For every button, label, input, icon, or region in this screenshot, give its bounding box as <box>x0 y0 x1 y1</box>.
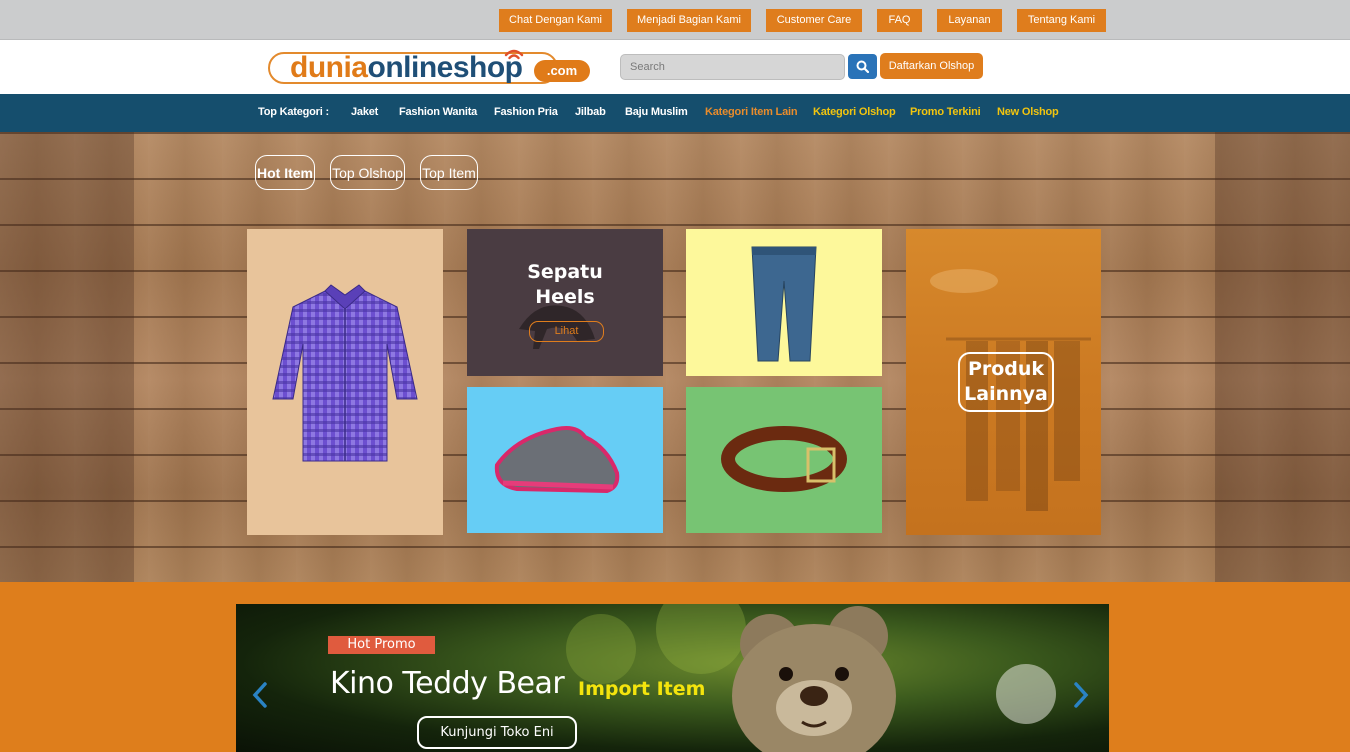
tab-hot-item[interactable]: Hot Item <box>255 155 315 190</box>
promo-banner[interactable]: Hot Promo Kino Teddy Bear Import Item Ku… <box>236 604 1109 752</box>
checked-shirt-image <box>272 284 418 462</box>
more-products-line1: Produk <box>967 358 1045 380</box>
belt-image <box>721 426 847 492</box>
bokeh-light <box>566 614 636 684</box>
hero-section: Hot Item Top Olshop Top Item Sepatu Heel… <box>0 132 1350 582</box>
faq-button[interactable]: FAQ <box>877 9 922 32</box>
hero-side-shade-left <box>0 132 134 582</box>
hero-side-shade-right <box>1215 132 1350 582</box>
top-utility-bar: Chat Dengan Kami Menjadi Bagian Kami Cus… <box>0 0 1350 40</box>
site-header: duniaonlineshop .com Daftarkan Olshop <box>0 40 1350 94</box>
nav-item-promo-terkini[interactable]: Promo Terkini <box>910 106 981 118</box>
services-button[interactable]: Layanan <box>937 9 1002 32</box>
category-nav-heading: Top Kategori : <box>258 106 329 118</box>
visit-store-button[interactable]: Kunjungi Toko Eni <box>417 716 577 749</box>
chevron-left-icon[interactable] <box>250 680 270 710</box>
heels-view-button[interactable]: Lihat <box>529 321 604 342</box>
heels-title-line1: Sepatu <box>527 261 603 283</box>
jeans-image <box>751 246 817 362</box>
logo-text-onlineshop: onlineshop <box>367 51 524 84</box>
product-tile-jeans[interactable] <box>686 229 882 376</box>
nav-item-kategori-olshop[interactable]: Kategori Olshop <box>813 106 896 118</box>
register-olshop-button[interactable]: Daftarkan Olshop <box>880 53 983 79</box>
tab-top-olshop[interactable]: Top Olshop <box>330 155 405 190</box>
nav-item-new-olshop[interactable]: New Olshop <box>997 106 1059 118</box>
product-tile-more[interactable]: Produk Lainnya <box>906 229 1101 535</box>
more-products-line2: Lainnya <box>964 383 1048 405</box>
search-button[interactable] <box>848 54 877 79</box>
bokeh-light <box>996 664 1056 724</box>
hot-promo-badge: Hot Promo <box>328 636 435 654</box>
product-tile-belt[interactable] <box>686 387 882 533</box>
wifi-icon <box>504 49 524 60</box>
search-icon <box>856 60 869 73</box>
promo-subtitle: Import Item <box>578 678 706 700</box>
sneakers-image <box>494 426 620 494</box>
search-input[interactable] <box>620 54 845 80</box>
product-tile-shirt[interactable] <box>247 229 443 535</box>
category-nav: Top Kategori : Jaket Fashion Wanita Fash… <box>0 94 1350 132</box>
join-us-button[interactable]: Menjadi Bagian Kami <box>627 9 751 32</box>
tab-top-item[interactable]: Top Item <box>420 155 478 190</box>
site-logo[interactable]: duniaonlineshop .com <box>268 48 590 86</box>
promo-title: Kino Teddy Bear <box>330 666 565 701</box>
nav-item-jilbab[interactable]: Jilbab <box>575 106 606 118</box>
more-products-button[interactable]: Produk Lainnya <box>958 352 1054 412</box>
chat-button[interactable]: Chat Dengan Kami <box>499 9 612 32</box>
customer-care-button[interactable]: Customer Care <box>766 9 862 32</box>
product-tile-sneakers[interactable] <box>467 387 663 533</box>
nav-item-fashion-pria[interactable]: Fashion Pria <box>494 106 558 118</box>
product-tile-heels[interactable]: Sepatu Heels Lihat <box>467 229 663 376</box>
logo-text: duniaonlineshop <box>290 51 523 85</box>
logo-domain-badge: .com <box>534 60 590 82</box>
nav-item-jaket[interactable]: Jaket <box>351 106 378 118</box>
heels-title-line2: Heels <box>535 286 595 308</box>
promo-section: Hot Promo Kino Teddy Bear Import Item Ku… <box>0 582 1350 752</box>
nav-item-baju-muslim[interactable]: Baju Muslim <box>625 106 688 118</box>
logo-text-dunia: dunia <box>290 51 368 84</box>
nav-item-fashion-wanita[interactable]: Fashion Wanita <box>399 106 477 118</box>
nav-item-kategori-item-lain[interactable]: Kategori Item Lain <box>705 106 798 118</box>
chevron-right-icon[interactable] <box>1071 680 1091 710</box>
teddy-bear-image <box>732 606 896 752</box>
about-us-button[interactable]: Tentang Kami <box>1017 9 1106 32</box>
